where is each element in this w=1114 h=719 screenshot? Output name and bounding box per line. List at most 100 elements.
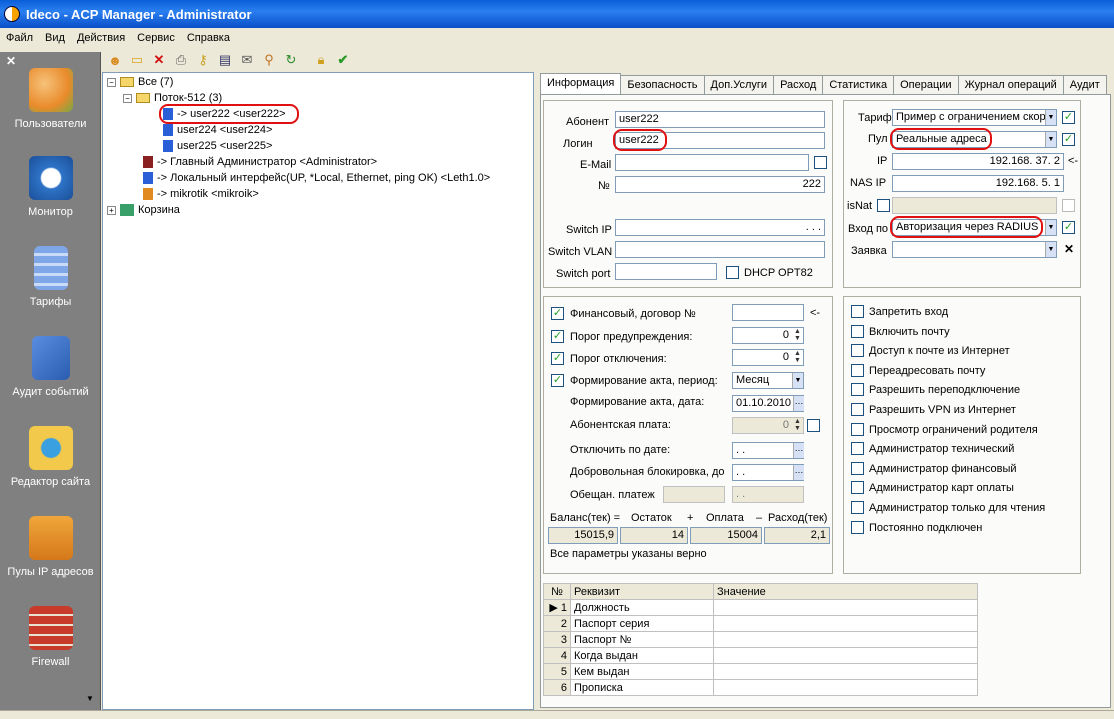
warn-threshold-checkbox[interactable]: ✓ — [551, 330, 564, 343]
contract-arrow[interactable]: <- — [810, 307, 820, 319]
tree-node-trash[interactable]: + Корзина — [107, 204, 180, 216]
flag-checkbox[interactable] — [851, 501, 864, 514]
scroll-down-icon[interactable]: ▼ — [86, 694, 94, 703]
date-picker-icon[interactable]: … — [793, 396, 804, 411]
tree-node-all[interactable]: − Все (7) — [107, 76, 173, 88]
sidebar-item-firewall[interactable]: Firewall — [0, 606, 101, 668]
menu-bar: Файл Вид Действия Сервис Справка — [0, 28, 1114, 48]
ip-field[interactable]: 192.168. 37. 2 — [892, 153, 1064, 170]
date-picker-icon[interactable]: … — [793, 465, 804, 480]
switch-vlan-field[interactable] — [615, 241, 825, 258]
flag-checkbox[interactable] — [851, 481, 864, 495]
contract-checkbox[interactable]: ✓ — [551, 307, 564, 320]
tariff-checkbox[interactable]: ✓ — [1062, 111, 1075, 124]
tab-security[interactable]: Безопасность — [620, 75, 705, 95]
login-by-checkbox[interactable]: ✓ — [1062, 221, 1075, 234]
contract-field[interactable] — [732, 304, 804, 321]
tab-expense[interactable]: Расход — [773, 75, 824, 95]
spin-arrows-icon[interactable]: ▲ ▼ — [794, 328, 801, 342]
table-row[interactable]: 3 Паспорт № — [543, 631, 978, 648]
tree-node-group[interactable]: − Поток-512 (3) — [123, 92, 222, 104]
nas-ip-field[interactable]: 192.168. 5. 1 — [892, 175, 1064, 192]
flag-checkbox[interactable] — [851, 520, 864, 534]
sidebar-item-tariffs[interactable]: Тарифы — [0, 246, 101, 308]
act-period-checkbox[interactable]: ✓ — [551, 374, 564, 387]
sidebar-item-users[interactable]: Пользователи — [0, 68, 101, 130]
sidebar-item-monitor[interactable]: Монитор — [0, 156, 101, 218]
menu-help[interactable]: Справка — [181, 32, 236, 44]
tab-audit[interactable]: Аудит — [1062, 75, 1107, 95]
date-picker-icon[interactable]: … — [793, 443, 804, 458]
flag-checkbox[interactable] — [851, 461, 864, 475]
switch-port-field[interactable] — [615, 263, 717, 280]
mail-icon[interactable]: ✉ — [238, 51, 256, 69]
spin-arrows-icon[interactable]: ▲ ▼ — [794, 418, 801, 432]
tab-operations[interactable]: Операции — [893, 75, 959, 95]
apply-check-icon[interactable]: ✔ — [334, 51, 352, 69]
tariff-select[interactable]: Пример с ограничением скор ▼ — [892, 109, 1057, 126]
request-select[interactable]: ▼ — [892, 241, 1057, 258]
pool-checkbox[interactable]: ✓ — [1062, 133, 1075, 146]
tab-info[interactable]: Информация — [540, 73, 622, 95]
email-checkbox[interactable] — [814, 156, 827, 169]
tab-extra-services[interactable]: Доп.Услуги — [703, 75, 775, 95]
table-row[interactable]: ▶ 1 Должность — [543, 599, 978, 616]
print-icon[interactable]: ⎙ — [172, 51, 190, 69]
folder-icon — [136, 93, 150, 103]
sidebar-item-site-editor[interactable]: Редактор сайта — [0, 426, 101, 488]
table-row[interactable]: 4 Когда выдан — [543, 647, 978, 664]
ip-arrow[interactable]: <- — [1068, 155, 1078, 167]
email-field[interactable] — [615, 154, 809, 171]
menu-service[interactable]: Сервис — [131, 32, 181, 44]
table-cell: 4 — [560, 649, 567, 662]
dhcp-opt82-checkbox[interactable] — [726, 266, 739, 279]
tree-node-admin[interactable]: -> Главный Администратор <Administrator> — [143, 156, 377, 168]
abonent-field[interactable]: user222 — [615, 111, 825, 128]
close-sidebar-icon[interactable]: ✕ — [6, 54, 16, 68]
delete-icon[interactable]: ✕ — [150, 51, 168, 69]
flag-checkbox[interactable] — [851, 344, 864, 358]
table-row[interactable]: 2 Паспорт серия — [543, 615, 978, 632]
tools-icon — [28, 516, 73, 560]
key-icon[interactable]: ⚷ — [194, 51, 212, 69]
flag-checkbox[interactable] — [851, 383, 864, 397]
flag-checkbox[interactable] — [851, 442, 864, 456]
clear-request-icon[interactable]: ✕ — [1064, 242, 1074, 256]
act-period-label: Формирование акта, период: — [570, 375, 718, 387]
add-folder-icon[interactable]: ▭ — [128, 51, 146, 69]
flag-checkbox[interactable] — [851, 422, 864, 436]
menu-file[interactable]: Файл — [0, 32, 39, 44]
off-threshold-checkbox[interactable]: ✓ — [551, 352, 564, 365]
tree-node-user225[interactable]: user225 <user225> — [163, 140, 272, 152]
number-field[interactable]: 222 — [615, 176, 825, 193]
flag-checkbox[interactable] — [851, 403, 864, 416]
user-tree: − Все (7) − Поток-512 (3) -> user222 <user… — [102, 72, 534, 710]
flag-checkbox[interactable] — [851, 305, 864, 318]
search-user-icon[interactable]: ⚲ — [260, 51, 278, 69]
tab-statistics[interactable]: Статистика — [822, 75, 895, 95]
warn-threshold-label: Порог предупреждения: — [570, 331, 693, 343]
switch-ip-field[interactable]: . . . — [615, 219, 825, 236]
report-icon[interactable]: ▤ — [216, 51, 234, 69]
table-row[interactable]: 5 Кем выдан — [543, 663, 978, 680]
sidebar-item-ip-pools[interactable]: Пулы IP адресов — [0, 516, 101, 578]
act-period-select[interactable]: Месяц ▼ — [732, 372, 804, 389]
tree-node-interface[interactable]: -> Локальный интерфейс(UP, *Local, Ether… — [143, 172, 490, 184]
flag-checkbox[interactable] — [851, 363, 864, 377]
sidebar-item-audit[interactable]: Аудит событий — [0, 336, 101, 398]
tree-node-user224[interactable]: user224 <user224> — [163, 124, 272, 136]
tree-node-mikrotik[interactable]: -> mikrotik <mikroik> — [143, 188, 259, 200]
fee-checkbox[interactable] — [807, 419, 820, 432]
flag-checkbox[interactable] — [851, 324, 864, 338]
lock-icon[interactable]: 🔒︎ — [312, 51, 330, 69]
isnat-field — [892, 197, 1057, 214]
tab-journal[interactable]: Журнал операций — [957, 75, 1064, 95]
menu-actions[interactable]: Действия — [71, 32, 131, 44]
add-user-icon[interactable]: ☻ — [106, 51, 124, 69]
isnat-checkbox[interactable] — [877, 199, 890, 212]
spin-arrows-icon[interactable]: ▲ ▼ — [794, 350, 801, 364]
menu-view[interactable]: Вид — [39, 32, 71, 44]
table-row[interactable]: 6 Прописка — [543, 679, 978, 696]
request-label: Заявка — [851, 245, 887, 257]
refresh-icon[interactable]: ↻ — [282, 51, 300, 69]
